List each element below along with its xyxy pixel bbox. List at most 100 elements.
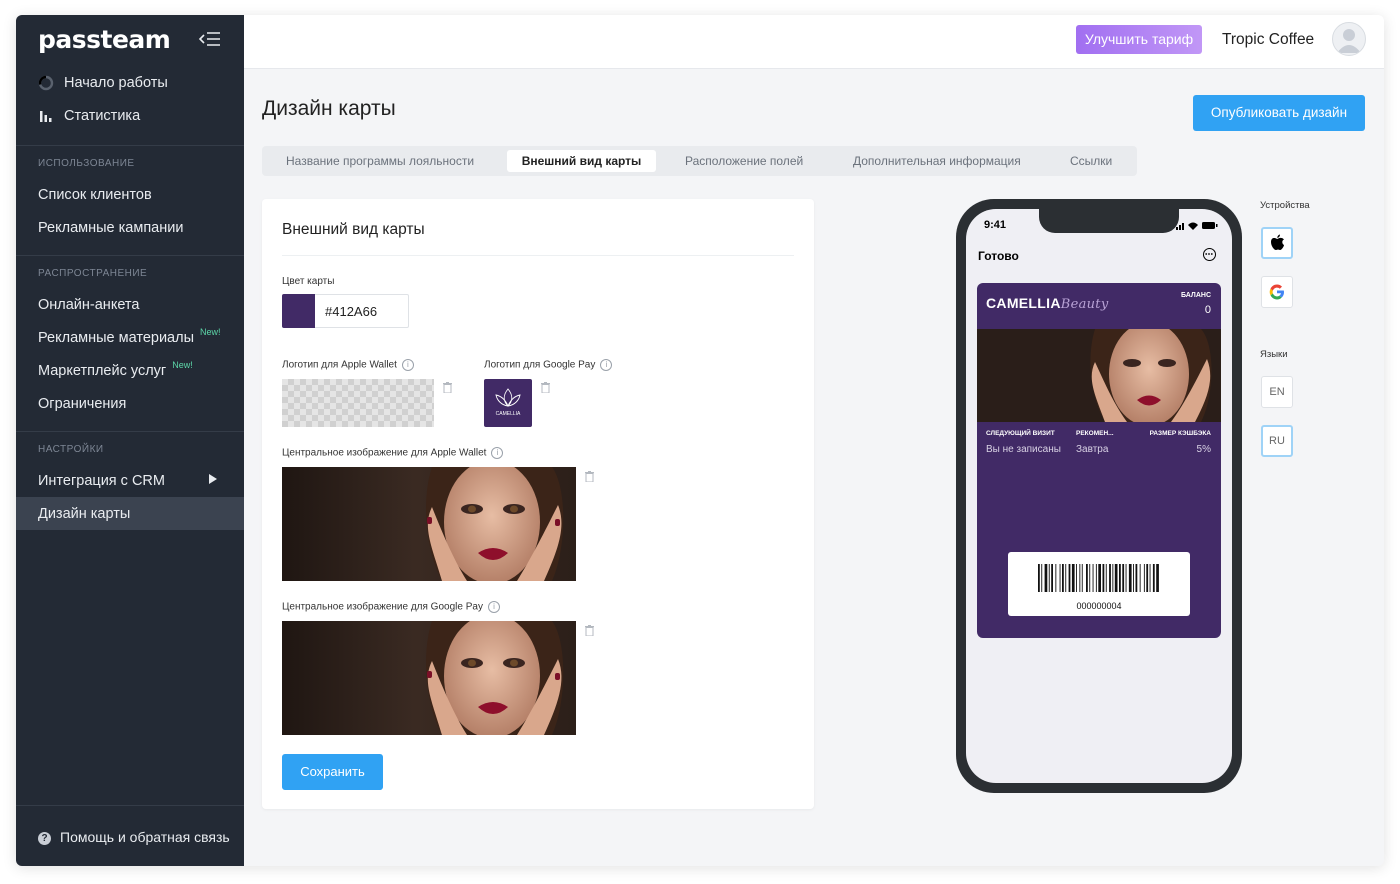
save-button[interactable]: Сохранить — [282, 754, 383, 790]
sidebar-item-statistics[interactable]: Статистика — [38, 108, 140, 124]
label-text: Логотип для Apple Wallet — [282, 359, 397, 371]
sidebar-item-card-design[interactable]: Дизайн карты — [38, 506, 130, 522]
lotus-icon: CAMELLIA — [495, 388, 521, 417]
wallet-pass: CAMELLIABeauty БАЛАНС 0 СЛЕДУЮЩИЙ ВИЗИТ … — [977, 283, 1221, 638]
divider — [16, 431, 244, 432]
sidebar-item-getting-started[interactable]: Начало работы — [38, 75, 168, 91]
label-text: Логотип для Google Pay — [484, 359, 596, 371]
avatar[interactable] — [1332, 22, 1366, 56]
device-google-button[interactable] — [1261, 276, 1293, 308]
google-logo-label: Логотип для Google Pay i — [484, 359, 613, 371]
tab-field-layout[interactable]: Расположение полей — [685, 146, 803, 176]
trash-icon[interactable] — [585, 625, 594, 636]
publish-design-button[interactable]: Опубликовать дизайн — [1193, 95, 1365, 131]
top-bar: Улучшить тариф Tropic Coffee — [244, 15, 1384, 69]
phone-screen: 9:41 Готово CAMELLIABeauty БАЛАНС 0 СЛЕД… — [966, 209, 1232, 783]
sidebar-item-promo-materials[interactable]: Рекламные материалы New! — [38, 327, 221, 346]
upgrade-plan-button[interactable]: Улучшить тариф — [1076, 25, 1202, 54]
info-icon[interactable]: i — [401, 359, 414, 371]
tab-bar: Название программы лояльности Внешний ви… — [262, 146, 1137, 176]
pass-strip-image — [977, 329, 1221, 422]
field-label: РЕКОМЕН... — [1076, 430, 1114, 437]
bar-chart-icon — [40, 111, 52, 123]
more-icon[interactable] — [1203, 248, 1216, 261]
trash-icon[interactable] — [541, 382, 550, 393]
divider — [282, 255, 794, 256]
google-logo-preview[interactable]: CAMELLIA — [484, 379, 532, 427]
field-label: СЛЕДУЮЩИЙ ВИЗИТ — [986, 430, 1055, 437]
field-label: РАЗМЕР КЭШБЭКА — [1149, 430, 1211, 437]
portrait-image — [977, 329, 1221, 422]
signal-battery-icon — [1176, 222, 1218, 230]
tab-program-name[interactable]: Название программы лояльности — [286, 146, 474, 176]
help-label: Помощь и обратная связь — [60, 829, 230, 845]
tab-links[interactable]: Ссылки — [1070, 146, 1112, 176]
section-distribution-title: РАСПРОСТРАНЕНИЕ — [38, 268, 148, 279]
google-icon — [1269, 284, 1284, 300]
tab-card-appearance[interactable]: Внешний вид карты — [507, 150, 656, 172]
sidebar-item-campaigns[interactable]: Рекламные кампании — [38, 220, 183, 236]
label-text: Центральное изображение для Apple Wallet — [282, 447, 487, 459]
new-badge: New! — [172, 360, 193, 370]
app-window: passteam Начало работы Статистика ИСПОЛЬ… — [16, 15, 1384, 866]
account-name[interactable]: Tropic Coffee — [1222, 31, 1314, 49]
device-apple-button[interactable] — [1261, 227, 1293, 259]
page-title: Дизайн карты — [262, 97, 396, 120]
color-swatch[interactable] — [282, 294, 315, 328]
barcode: 000000004 — [1008, 552, 1190, 616]
sidebar-item-label: Маркетплейс услуг — [38, 363, 167, 379]
info-icon[interactable]: i — [600, 359, 613, 371]
user-icon — [1337, 29, 1361, 53]
sidebar-item-label: Рекламные материалы — [38, 330, 194, 346]
color-hex-input[interactable]: #412A66 — [315, 294, 409, 328]
card-color-label: Цвет карты — [282, 276, 335, 287]
info-icon[interactable]: i — [487, 601, 500, 613]
pass-brand-script: Beauty — [1060, 297, 1109, 312]
apple-icon — [1271, 234, 1284, 250]
sidebar-item-limits[interactable]: Ограничения — [38, 396, 126, 412]
google-image-label: Центральное изображение для Google Pay i — [282, 601, 500, 613]
barcode-number: 000000004 — [1076, 601, 1122, 611]
divider — [16, 805, 244, 806]
sidebar-item-clients[interactable]: Список клиентов — [38, 187, 152, 203]
brand-logo[interactable]: passteam — [38, 25, 171, 54]
pass-brand: CAMELLIABeauty — [986, 295, 1108, 312]
label-text: Центральное изображение для Google Pay — [282, 601, 483, 613]
new-badge: New! — [200, 327, 221, 337]
language-en-button[interactable]: EN — [1261, 376, 1293, 408]
question-icon: ? — [38, 831, 51, 845]
sidebar-item-label: Начало работы — [64, 75, 168, 91]
field-value: Завтра — [1076, 444, 1109, 455]
balance-value: 0 — [1204, 304, 1211, 316]
balance-label: БАЛАНС — [1181, 292, 1211, 299]
portrait-image — [282, 467, 576, 581]
divider — [16, 145, 244, 146]
google-central-image[interactable] — [282, 621, 576, 735]
apple-image-label: Центральное изображение для Apple Wallet… — [282, 447, 504, 459]
sidebar-item-label: Статистика — [64, 108, 141, 124]
sidebar: passteam Начало работы Статистика ИСПОЛЬ… — [16, 15, 244, 866]
tab-additional-info[interactable]: Дополнительная информация — [853, 146, 1021, 176]
divider — [16, 255, 244, 256]
collapse-menu-icon[interactable] — [198, 29, 222, 49]
sidebar-item-marketplace[interactable]: Маркетплейс услуг New! — [38, 360, 193, 379]
info-icon[interactable]: i — [491, 447, 504, 459]
appearance-form-card: Внешний вид карты Цвет карты #412A66 Лог… — [262, 199, 814, 809]
apple-logo-placeholder[interactable] — [282, 379, 434, 427]
trash-icon[interactable] — [585, 471, 594, 482]
done-button[interactable]: Готово — [978, 249, 1019, 263]
section-settings-title: НАСТРОЙКИ — [38, 444, 104, 455]
trash-icon[interactable] — [443, 382, 452, 393]
field-value: Вы не записаны — [986, 444, 1061, 455]
apple-logo-label: Логотип для Apple Wallet i — [282, 359, 414, 371]
field-value: 5% — [1196, 444, 1211, 455]
sidebar-item-online-form[interactable]: Онлайн-анкета — [38, 297, 139, 313]
sidebar-item-crm[interactable]: Интеграция с CRM — [38, 473, 165, 489]
phone-notch — [1039, 209, 1179, 233]
expand-arrow-icon[interactable] — [209, 474, 217, 484]
pass-brand-name: CAMELLIA — [986, 295, 1061, 311]
language-ru-button[interactable]: RU — [1261, 425, 1293, 457]
help-feedback-link[interactable]: ? Помощь и обратная связь — [38, 829, 230, 845]
apple-central-image[interactable] — [282, 467, 576, 581]
status-time: 9:41 — [984, 219, 1007, 231]
